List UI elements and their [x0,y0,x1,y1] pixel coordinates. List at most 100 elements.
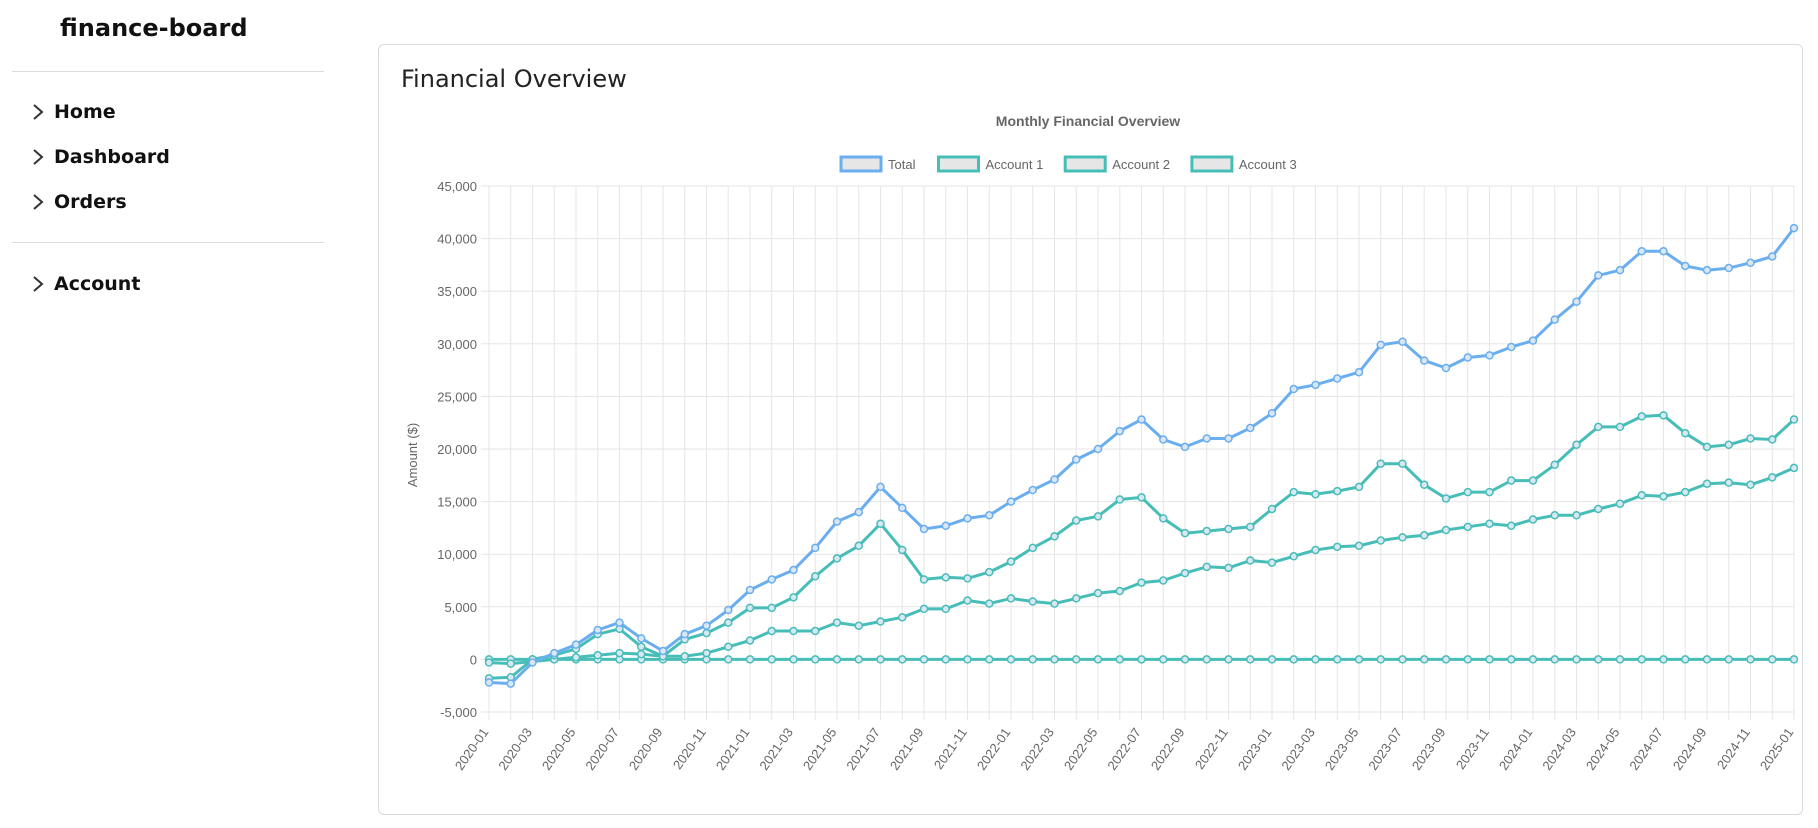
data-point[interactable] [724,655,733,664]
data-point[interactable] [1267,408,1277,418]
data-point[interactable] [1137,415,1146,424]
data-point[interactable] [745,585,755,595]
data-point[interactable] [702,628,711,638]
data-point[interactable] [1594,422,1603,432]
data-point[interactable] [832,554,842,563]
data-point[interactable] [1681,261,1690,271]
data-point[interactable] [484,678,494,687]
data-point[interactable] [1050,532,1059,541]
data-point[interactable] [1006,655,1016,664]
data-point[interactable] [985,655,994,664]
data-point[interactable] [963,574,972,583]
data-point[interactable] [1376,340,1385,350]
data-point[interactable] [593,650,602,660]
data-point[interactable] [1441,525,1451,535]
data-point[interactable] [1681,428,1690,438]
data-point[interactable] [854,541,863,551]
data-point[interactable] [1093,444,1103,454]
data-point[interactable] [550,648,559,658]
data-point[interactable] [1093,588,1103,598]
data-point[interactable] [1528,476,1538,485]
data-point[interactable] [1441,494,1451,503]
sidebar-item-dashboard[interactable]: Dashboard [28,143,170,171]
data-point[interactable] [1659,492,1668,501]
data-point[interactable] [898,545,907,555]
data-point[interactable] [985,567,994,577]
data-point[interactable] [506,659,515,668]
data-point[interactable] [1333,486,1342,496]
data-point[interactable] [1724,478,1733,487]
data-point[interactable] [615,648,624,658]
data-point[interactable] [1441,363,1451,373]
data-point[interactable] [1572,440,1581,450]
data-point[interactable] [1267,655,1277,664]
data-point[interactable] [854,621,863,630]
data-point[interactable] [1594,655,1603,664]
data-point[interactable] [1202,434,1211,443]
data-point[interactable] [1659,411,1668,420]
data-point[interactable] [1637,412,1646,421]
data-point[interactable] [876,482,885,492]
data-point[interactable] [1246,423,1255,433]
data-point[interactable] [1724,655,1733,664]
data-point[interactable] [1615,655,1625,664]
data-point[interactable] [1441,655,1451,664]
data-point[interactable] [767,603,776,613]
data-point[interactable] [1550,315,1559,324]
data-point[interactable] [811,543,820,553]
app-brand[interactable]: finance-board [60,14,248,42]
data-point[interactable] [876,617,885,626]
data-point[interactable] [1093,655,1103,664]
data-point[interactable] [1398,337,1407,346]
data-point[interactable] [1789,655,1799,664]
data-point[interactable] [1398,459,1407,468]
data-point[interactable] [1115,655,1124,664]
data-point[interactable] [1224,655,1233,664]
data-point[interactable] [1420,480,1429,490]
data-point[interactable] [985,511,994,520]
data-point[interactable] [767,655,776,664]
data-point[interactable] [1746,655,1755,664]
data-point[interactable] [637,634,646,643]
data-point[interactable] [1615,499,1625,508]
data-point[interactable] [1463,487,1472,497]
data-point[interactable] [1072,655,1081,664]
data-point[interactable] [1550,655,1559,664]
data-point[interactable] [898,655,907,664]
data-point[interactable] [1572,297,1581,306]
data-point[interactable] [1159,576,1168,585]
data-point[interactable] [593,625,602,635]
data-point[interactable] [1768,252,1777,261]
sidebar-item-orders[interactable]: Orders [28,188,127,216]
data-point[interactable] [1159,514,1168,523]
data-point[interactable] [1550,460,1559,470]
data-point[interactable] [876,519,885,528]
data-point[interactable] [637,649,646,659]
data-point[interactable] [1398,533,1407,542]
data-point[interactable] [832,655,842,664]
data-point[interactable] [919,604,929,614]
data-point[interactable] [1180,442,1190,452]
data-point[interactable] [1354,541,1364,551]
data-point[interactable] [854,507,863,517]
data-point[interactable] [1289,655,1298,664]
data-point[interactable] [484,658,494,667]
data-point[interactable] [1789,415,1799,424]
data-point[interactable] [1746,434,1755,443]
data-point[interactable] [985,599,994,608]
data-point[interactable] [1354,367,1364,377]
sidebar-item-home[interactable]: Home [28,98,116,126]
sidebar-item-account[interactable]: Account [28,270,140,298]
data-point[interactable] [1224,563,1233,573]
data-point[interactable] [1354,655,1364,664]
data-point[interactable] [1354,482,1364,492]
data-point[interactable] [1333,374,1342,383]
data-point[interactable] [1768,435,1777,444]
data-point[interactable] [1137,578,1146,587]
legend-item[interactable]: Account 2 [1063,155,1170,173]
data-point[interactable] [963,596,972,605]
data-point[interactable] [1050,599,1059,608]
data-point[interactable] [745,655,755,664]
data-point[interactable] [571,640,581,649]
data-point[interactable] [1137,655,1146,664]
